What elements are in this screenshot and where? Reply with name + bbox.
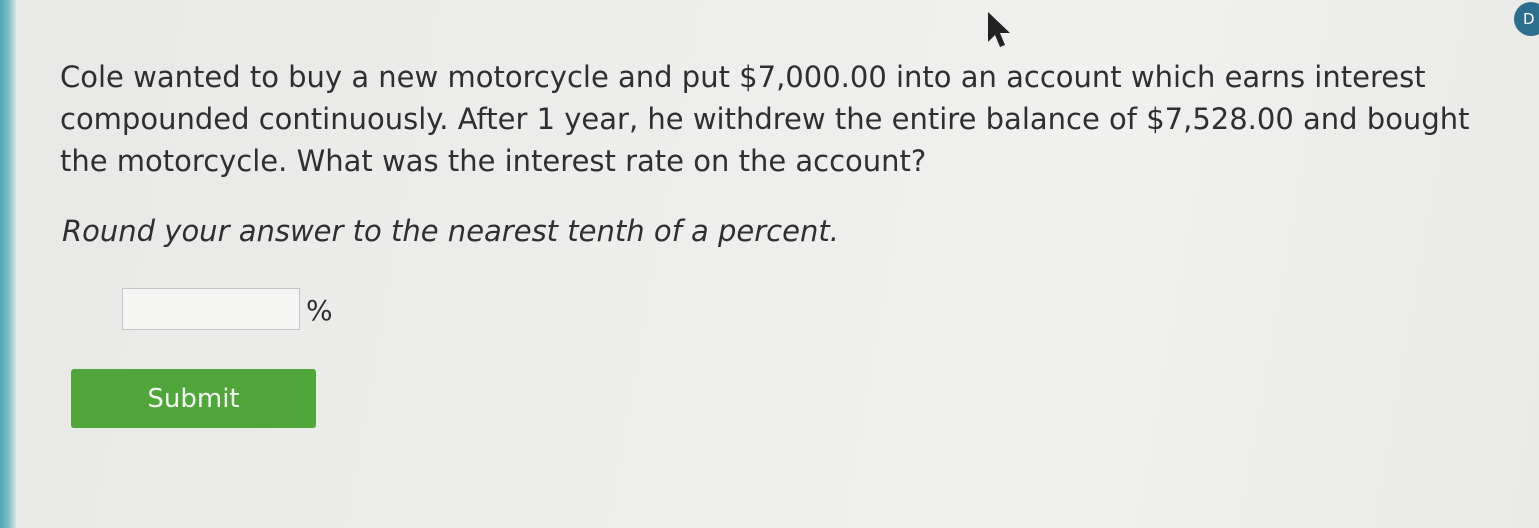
question-text: Cole wanted to buy a new motorcycle and … xyxy=(60,60,1470,178)
corner-circle-button[interactable]: D xyxy=(1514,2,1539,36)
percent-unit-label: % xyxy=(306,294,333,327)
mouse-cursor-icon xyxy=(988,12,1010,47)
instruction-text: Round your answer to the nearest tenth o… xyxy=(62,214,839,248)
submit-button[interactable]: Submit xyxy=(71,369,316,428)
left-edge-stripe xyxy=(0,0,16,528)
answer-input[interactable] xyxy=(122,288,300,330)
